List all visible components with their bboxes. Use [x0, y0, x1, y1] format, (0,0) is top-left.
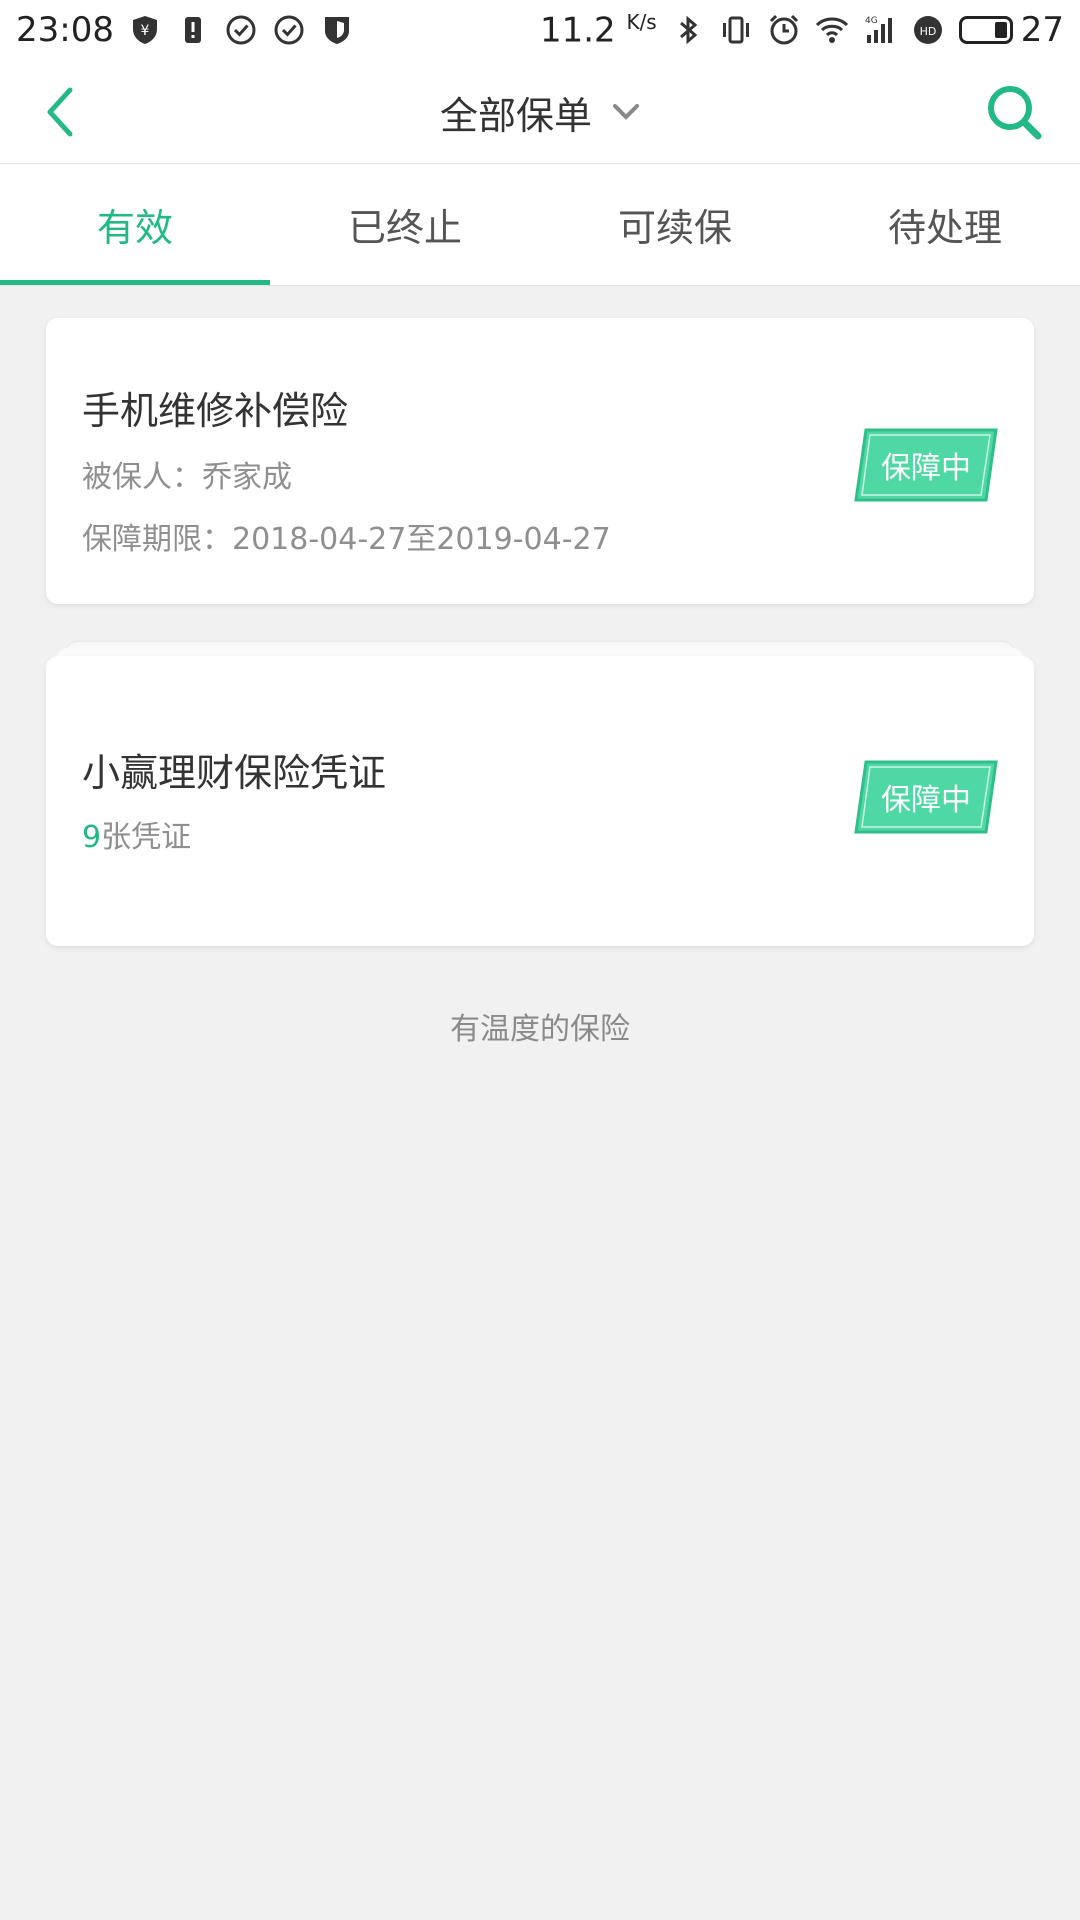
- footer-slogan: 有温度的保险: [450, 1012, 630, 1047]
- alert-icon: [176, 13, 210, 47]
- status-badge-label: 保障中: [881, 783, 971, 818]
- policy-title: 手机维修补偿险: [82, 389, 349, 433]
- network-speed-unit: K/s: [626, 9, 657, 34]
- search-button[interactable]: [982, 78, 1046, 146]
- voucher-count: 9张凭证: [82, 812, 191, 856]
- hd-icon: HD: [911, 13, 945, 47]
- signal-4g-icon: 4G: [863, 13, 897, 47]
- battery-body: [958, 15, 1013, 44]
- app-header: 全部保单: [0, 60, 1080, 164]
- status-badge: 保障中: [854, 428, 998, 502]
- wifi-icon: [815, 13, 849, 47]
- page-title: 全部保单: [439, 93, 592, 138]
- policy-card[interactable]: 手机维修补偿险 被保人：乔家成 保障期限：2018-04-27至2019-04-…: [46, 318, 1034, 604]
- check-circle-icon: [272, 13, 306, 47]
- status-bar: 23:08 ¥ 11.2 K/s 4G HD 27: [0, 0, 1080, 60]
- policy-insured: 被保人：乔家成: [82, 460, 292, 495]
- tab-pending[interactable]: 待处理: [810, 164, 1080, 285]
- svg-text:4G: 4G: [865, 16, 878, 26]
- status-badge-label: 保障中: [881, 451, 971, 486]
- shield-icon: [320, 13, 354, 47]
- chevron-down-icon: [613, 104, 639, 120]
- status-left: 23:08 ¥: [16, 10, 354, 50]
- tab-renewable[interactable]: 可续保: [540, 164, 810, 285]
- check-circle-icon: [224, 13, 258, 47]
- battery-icon: 27: [958, 9, 1064, 50]
- network-speed: 11.2 K/s: [540, 10, 657, 50]
- status-badge: 保障中: [854, 760, 998, 834]
- network-speed-value: 11.2: [539, 10, 616, 51]
- bluetooth-icon: [671, 13, 705, 47]
- yen-shield-icon: ¥: [128, 13, 162, 47]
- vibrate-icon: [719, 13, 753, 47]
- voucher-count-label: 张凭证: [101, 820, 192, 855]
- battery-fill: [995, 21, 1007, 38]
- search-icon: [988, 86, 1042, 140]
- svg-text:¥: ¥: [141, 23, 150, 39]
- policy-period: 保障期限：2018-04-27至2019-04-27: [82, 522, 611, 557]
- status-time: 23:08: [16, 10, 114, 50]
- status-right: 11.2 K/s 4G HD 27: [540, 10, 1064, 50]
- policy-card[interactable]: 小赢理财保险凭证 9张凭证 保障中: [46, 656, 1034, 946]
- voucher-count-number: 9: [82, 820, 102, 855]
- tab-terminated[interactable]: 已终止: [270, 164, 540, 285]
- title-dropdown[interactable]: 全部保单: [0, 60, 1080, 164]
- policy-tabs: 有效 已终止 可续保 待处理: [0, 164, 1080, 286]
- battery-level: 27: [1020, 9, 1064, 50]
- alarm-icon: [767, 13, 801, 47]
- policy-title: 小赢理财保险凭证: [82, 751, 387, 795]
- svg-text:HD: HD: [919, 25, 936, 38]
- tab-effective[interactable]: 有效: [0, 164, 270, 285]
